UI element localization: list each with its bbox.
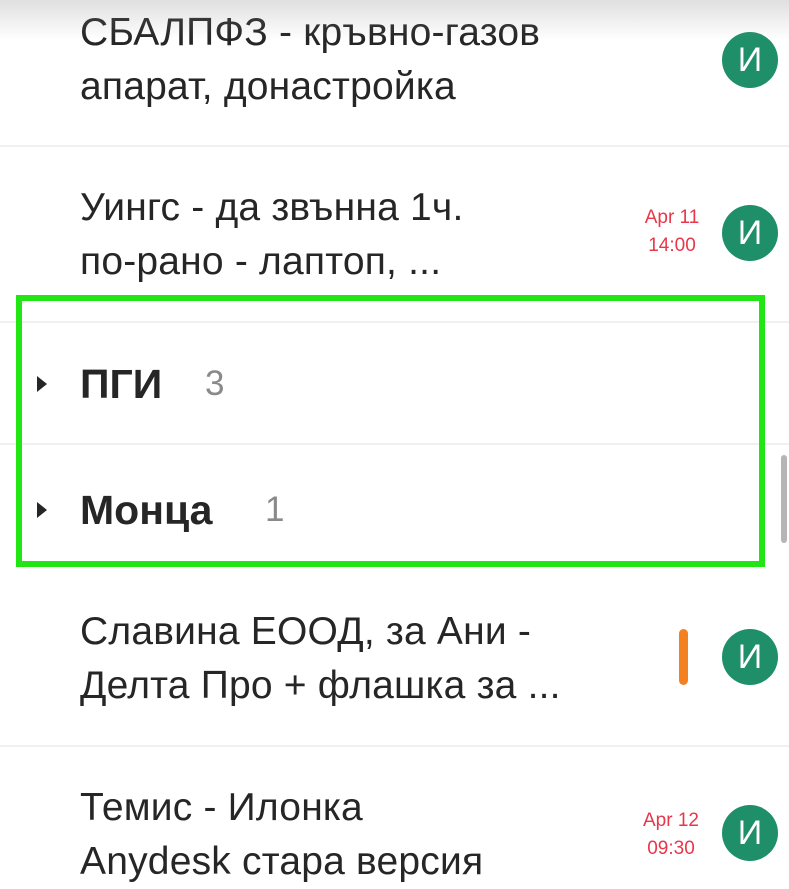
priority-indicator	[679, 629, 688, 685]
caret-right-icon[interactable]	[37, 376, 47, 392]
assignee-avatar[interactable]: И	[722, 629, 778, 685]
due-date-time: 09:30	[647, 838, 695, 859]
task-title-line: Anydesk стара версия	[80, 840, 484, 883]
due-date-day: Apr 11	[644, 207, 700, 228]
scrollbar-thumb[interactable]	[781, 455, 787, 543]
caret-right-icon[interactable]	[37, 502, 47, 518]
task-title-line: апарат, донастройка	[80, 65, 456, 108]
task-title-line: Темис - Илонка	[80, 786, 363, 829]
due-date: Apr 11 14:00	[632, 204, 712, 260]
group-name: ПГИ	[80, 361, 163, 407]
group-row-pgi[interactable]: ПГИ 3	[20, 323, 762, 443]
task-row-2[interactable]: Уингс - да звънна 1ч. по-рано - лаптоп, …	[0, 147, 789, 321]
task-title: Славина ЕООД, за Ани - Делта Про + флашк…	[80, 605, 650, 713]
task-row-1[interactable]: СБАЛПФЗ - кръвно-газов апарат, донастрой…	[0, 0, 789, 146]
task-row-4[interactable]: Темис - Илонка Anydesk стара версия Apr …	[0, 747, 789, 889]
group-count: 3	[205, 364, 225, 403]
task-title-line: Уингс - да звънна 1ч.	[80, 186, 464, 229]
due-date-day: Apr 12	[643, 810, 699, 831]
task-list: СБАЛПФЗ - кръвно-газов апарат, донастрой…	[0, 0, 789, 889]
task-title-line: Славина ЕООД, за Ани -	[80, 610, 532, 653]
assignee-avatar[interactable]: И	[722, 805, 778, 861]
task-title-line: по-рано - лаптоп, ...	[80, 240, 442, 283]
due-date-time: 14:00	[648, 235, 696, 256]
due-date: Apr 12 09:30	[631, 807, 711, 863]
group-count: 1	[265, 490, 285, 529]
task-title: СБАЛПФЗ - кръвно-газов апарат, донастрой…	[80, 6, 650, 114]
task-title: Темис - Илонка Anydesk стара версия	[80, 781, 650, 889]
task-title: Уингс - да звънна 1ч. по-рано - лаптоп, …	[80, 181, 650, 289]
task-title-line: Делта Про + флашка за ...	[80, 664, 561, 707]
assignee-avatar[interactable]: И	[722, 32, 778, 88]
task-title-line: СБАЛПФЗ - кръвно-газов	[80, 11, 541, 54]
assignee-avatar[interactable]: И	[722, 205, 778, 261]
task-row-3[interactable]: Славина ЕООД, за Ани - Делта Про + флашк…	[0, 567, 789, 745]
group-row-montsa[interactable]: Монца 1	[20, 445, 762, 565]
group-name: Монца	[80, 487, 213, 533]
task-list-screen: СБАЛПФЗ - кръвно-газов апарат, донастрой…	[0, 0, 789, 889]
